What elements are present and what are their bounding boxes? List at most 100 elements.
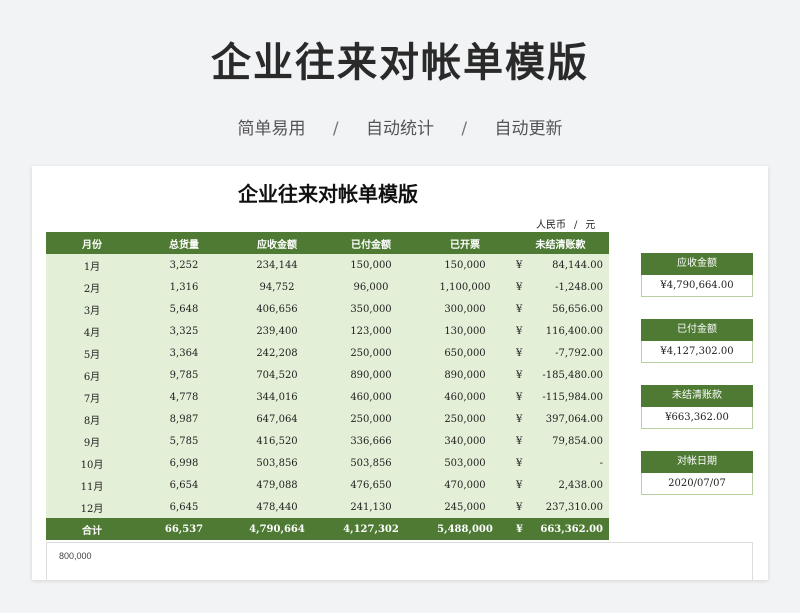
cell-month[interactable]: 6月 — [46, 364, 138, 386]
cell-receivable[interactable]: 406,656 — [230, 298, 324, 320]
cell-outstanding[interactable]: ¥ -115,984.00 — [512, 386, 609, 408]
table-total-row: 合计 66,537 4,790,664 4,127,302 5,488,000 ¥663,… — [46, 518, 609, 540]
cell-quantity[interactable]: 5,648 — [138, 298, 230, 320]
summary-value[interactable]: 2020/07/07 — [641, 473, 753, 495]
summary-value[interactable]: ¥4,127,302.00 — [641, 341, 753, 363]
cell-receivable[interactable]: 478,440 — [230, 496, 324, 518]
cell-outstanding[interactable]: ¥ - — [512, 452, 609, 474]
cell-paid[interactable]: 250,000 — [324, 408, 418, 430]
summary-value[interactable]: ¥663,362.00 — [641, 407, 753, 429]
currency-symbol: ¥ — [516, 523, 523, 535]
cell-receivable[interactable]: 479,088 — [230, 474, 324, 496]
col-header-quantity[interactable]: 总货量 — [138, 232, 230, 254]
cell-receivable[interactable]: 647,064 — [230, 408, 324, 430]
cell-invoiced[interactable]: 503,000 — [418, 452, 512, 474]
cell-quantity[interactable]: 1,316 — [138, 276, 230, 298]
cell-outstanding[interactable]: ¥663,362.00 — [512, 518, 609, 540]
cell-invoiced[interactable]: 5,488,000 — [418, 518, 512, 540]
cell-month[interactable]: 10月 — [46, 452, 138, 474]
chart-y-tick: 800,000 — [59, 551, 92, 561]
cell-month[interactable]: 3月 — [46, 298, 138, 320]
table-row: 11月 6,654 479,088 476,650 470,000 ¥2,438.00 — [46, 474, 609, 496]
cell-quantity[interactable]: 3,364 — [138, 342, 230, 364]
cell-quantity[interactable]: 6,654 — [138, 474, 230, 496]
cell-invoiced[interactable]: 245,000 — [418, 496, 512, 518]
cell-quantity[interactable]: 9,785 — [138, 364, 230, 386]
cell-receivable[interactable]: 344,016 — [230, 386, 324, 408]
cell-invoiced[interactable]: 130,000 — [418, 320, 512, 342]
cell-quantity[interactable]: 8,987 — [138, 408, 230, 430]
col-header-invoiced[interactable]: 已开票 — [418, 232, 512, 254]
cell-paid[interactable]: 890,000 — [324, 364, 418, 386]
cell-invoiced[interactable]: 250,000 — [418, 408, 512, 430]
cell-quantity[interactable]: 5,785 — [138, 430, 230, 452]
cell-month[interactable]: 4月 — [46, 320, 138, 342]
cell-quantity[interactable]: 66,537 — [138, 518, 230, 540]
cell-quantity[interactable]: 3,325 — [138, 320, 230, 342]
cell-outstanding[interactable]: ¥79,854.00 — [512, 430, 609, 452]
cell-paid[interactable]: 460,000 — [324, 386, 418, 408]
cell-receivable[interactable]: 704,520 — [230, 364, 324, 386]
cell-month[interactable]: 7月 — [46, 386, 138, 408]
cell-quantity[interactable]: 6,645 — [138, 496, 230, 518]
cell-receivable[interactable]: 242,208 — [230, 342, 324, 364]
cell-invoiced[interactable]: 650,000 — [418, 342, 512, 364]
cell-receivable[interactable]: 503,856 — [230, 452, 324, 474]
cell-month[interactable]: 5月 — [46, 342, 138, 364]
col-header-receivable[interactable]: 应收金额 — [230, 232, 324, 254]
cell-outstanding[interactable]: ¥ -7,792.00 — [512, 342, 609, 364]
col-header-month[interactable]: 月份 — [46, 232, 138, 254]
col-header-paid[interactable]: 已付金额 — [324, 232, 418, 254]
cell-paid[interactable]: 476,650 — [324, 474, 418, 496]
cell-quantity[interactable]: 4,778 — [138, 386, 230, 408]
cell-outstanding[interactable]: ¥ -185,480.00 — [512, 364, 609, 386]
cell-outstanding[interactable]: ¥2,438.00 — [512, 474, 609, 496]
cell-invoiced[interactable]: 150,000 — [418, 254, 512, 276]
cell-paid[interactable]: 4,127,302 — [324, 518, 418, 540]
cell-outstanding[interactable]: ¥116,400.00 — [512, 320, 609, 342]
cell-outstanding[interactable]: ¥237,310.00 — [512, 496, 609, 518]
cell-receivable[interactable]: 416,520 — [230, 430, 324, 452]
cell-paid[interactable]: 150,000 — [324, 254, 418, 276]
cell-month[interactable]: 12月 — [46, 496, 138, 518]
cell-paid[interactable]: 123,000 — [324, 320, 418, 342]
cell-paid[interactable]: 503,856 — [324, 452, 418, 474]
cell-paid[interactable]: 336,666 — [324, 430, 418, 452]
cell-invoiced[interactable]: 890,000 — [418, 364, 512, 386]
cell-month[interactable]: 11月 — [46, 474, 138, 496]
cell-outstanding[interactable]: ¥ -1,248.00 — [512, 276, 609, 298]
cell-invoiced[interactable]: 300,000 — [418, 298, 512, 320]
cell-outstanding[interactable]: ¥84,144.00 — [512, 254, 609, 276]
cell-outstanding[interactable]: ¥56,656.00 — [512, 298, 609, 320]
cell-paid[interactable]: 250,000 — [324, 342, 418, 364]
cell-paid[interactable]: 241,130 — [324, 496, 418, 518]
cell-month[interactable]: 1月 — [46, 254, 138, 276]
cell-invoiced[interactable]: 340,000 — [418, 430, 512, 452]
table-row: 9月 5,785 416,520 336,666 340,000 ¥79,854.00 — [46, 430, 609, 452]
cell-invoiced[interactable]: 460,000 — [418, 386, 512, 408]
cell-quantity[interactable]: 6,998 — [138, 452, 230, 474]
cell-quantity[interactable]: 3,252 — [138, 254, 230, 276]
cell-month[interactable]: 合计 — [46, 518, 138, 540]
col-header-outstanding[interactable]: 未结清账款 — [512, 232, 609, 254]
cell-receivable[interactable]: 4,790,664 — [230, 518, 324, 540]
cell-receivable[interactable]: 239,400 — [230, 320, 324, 342]
cell-paid[interactable]: 96,000 — [324, 276, 418, 298]
cell-month[interactable]: 2月 — [46, 276, 138, 298]
summary-label: 未结清账款 — [641, 385, 753, 407]
cell-outstanding[interactable]: ¥397,064.00 — [512, 408, 609, 430]
cell-month[interactable]: 8月 — [46, 408, 138, 430]
outstanding-amount: 116,400.00 — [545, 325, 603, 337]
cell-receivable[interactable]: 94,752 — [230, 276, 324, 298]
cell-invoiced[interactable]: 1,100,000 — [418, 276, 512, 298]
table-row: 5月 3,364 242,208 250,000 650,000 ¥ -7,792.00 — [46, 342, 609, 364]
cell-invoiced[interactable]: 470,000 — [418, 474, 512, 496]
table-row: 1月 3,252 234,144 150,000 150,000 ¥84,144.00 — [46, 254, 609, 276]
cell-month[interactable]: 9月 — [46, 430, 138, 452]
cell-paid[interactable]: 350,000 — [324, 298, 418, 320]
summary-box-paid: 已付金额 ¥4,127,302.00 — [641, 319, 753, 363]
summary-value[interactable]: ¥4,790,664.00 — [641, 275, 753, 297]
table-row: 6月 9,785 704,520 890,000 890,000 ¥ -185,480.00 — [46, 364, 609, 386]
cell-receivable[interactable]: 234,144 — [230, 254, 324, 276]
feature-easy: 简单易用 — [237, 119, 306, 139]
